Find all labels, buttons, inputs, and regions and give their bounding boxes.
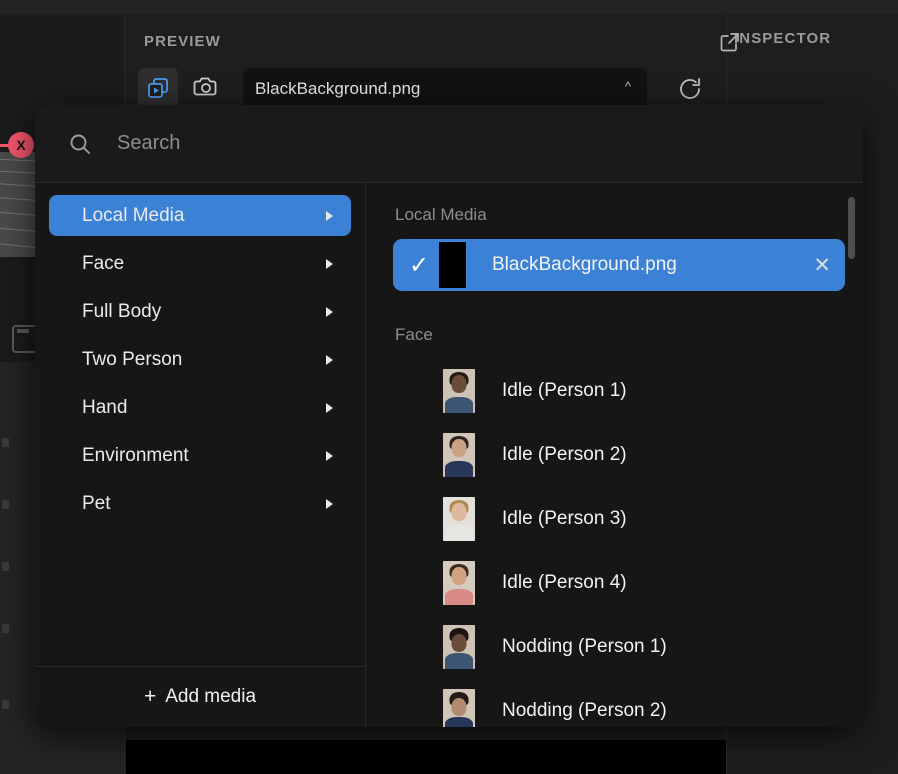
search-bar[interactable] xyxy=(35,105,863,183)
modal-body: Local Media Face Full Body Two Person Ha… xyxy=(35,183,863,727)
avatar xyxy=(443,497,475,541)
sidebar-item-local-media[interactable]: Local Media xyxy=(49,195,351,236)
list-item[interactable]: ✓ BlackBackground.png ✕ xyxy=(393,239,845,291)
list-item[interactable]: Nodding (Person 2) xyxy=(393,679,845,727)
sidebar-item-hand[interactable]: Hand xyxy=(49,387,351,428)
list-item-label: Idle (Person 4) xyxy=(502,572,627,593)
timeline-marker xyxy=(2,500,9,509)
sidebar-item-label: Face xyxy=(82,252,125,274)
list-item[interactable]: Idle (Person 4) xyxy=(393,551,845,615)
error-badge[interactable]: X xyxy=(8,132,34,158)
camera-button[interactable] xyxy=(186,68,226,108)
timeline-clip[interactable] xyxy=(0,152,35,257)
sidebar-item-two-person[interactable]: Two Person xyxy=(49,339,351,380)
search-icon xyxy=(68,132,92,156)
media-picker-modal: Local Media Face Full Body Two Person xyxy=(35,105,863,727)
sidebar-item-label: Full Body xyxy=(82,300,162,322)
preview-panel-title: PREVIEW xyxy=(144,33,221,50)
add-media-button[interactable]: + Add media xyxy=(35,666,365,727)
chevron-right-icon xyxy=(326,306,333,317)
list-item-label: Idle (Person 3) xyxy=(502,508,627,529)
avatar xyxy=(443,689,475,727)
sidebar-item-label: Hand xyxy=(82,396,128,418)
category-sidebar: Local Media Face Full Body Two Person Ha… xyxy=(35,183,366,727)
avatar xyxy=(443,433,475,477)
list-item[interactable]: Idle (Person 2) xyxy=(393,423,845,487)
list-item[interactable]: Idle (Person 3) xyxy=(393,487,845,551)
plus-icon: + xyxy=(143,685,157,708)
chevron-right-icon xyxy=(326,258,333,269)
sidebar-item-environment[interactable]: Environment xyxy=(49,435,351,476)
results-scrollbar[interactable] xyxy=(848,197,855,259)
sidebar-item-full-body[interactable]: Full Body xyxy=(49,291,351,332)
refresh-icon[interactable] xyxy=(676,75,704,103)
media-selector-value: BlackBackground.png xyxy=(255,79,421,98)
add-media-label: Add media xyxy=(165,686,257,707)
category-list: Local Media Face Full Body Two Person Ha… xyxy=(35,183,365,666)
list-item-label: Idle (Person 2) xyxy=(502,444,627,465)
sidebar-item-label: Environment xyxy=(82,444,189,466)
chevron-right-icon xyxy=(326,354,333,365)
layers-play-button[interactable] xyxy=(138,68,178,108)
list-item[interactable]: Nodding (Person 1) xyxy=(393,615,845,679)
avatar xyxy=(443,625,475,669)
media-thumbnail xyxy=(439,242,466,288)
timeline-marker xyxy=(2,438,9,447)
close-icon[interactable]: ✕ xyxy=(803,253,831,278)
list-item-label: Idle (Person 1) xyxy=(502,380,627,401)
sidebar-item-label: Pet xyxy=(82,492,111,514)
chevron-right-icon xyxy=(326,498,333,509)
timeline-marker xyxy=(2,624,9,633)
window-top-strip xyxy=(0,0,898,14)
sidebar-item-pet[interactable]: Pet xyxy=(49,483,351,524)
chevron-right-icon xyxy=(326,450,333,461)
check-icon: ✓ xyxy=(408,251,430,279)
list-item-label: Nodding (Person 1) xyxy=(502,636,667,657)
app-root: X PREVIEW INSPECTOR BlackBackground.png … xyxy=(0,0,898,774)
chevron-right-icon xyxy=(326,402,333,413)
chevron-right-icon xyxy=(326,210,333,221)
results-list: Local Media ✓ BlackBackground.png ✕ Face xyxy=(366,183,863,727)
list-item-label: BlackBackground.png xyxy=(492,254,677,275)
external-link-icon[interactable] xyxy=(718,30,742,54)
list-item-label: Nodding (Person 2) xyxy=(502,700,667,721)
avatar xyxy=(443,561,475,605)
timeline-marker xyxy=(2,700,9,709)
search-input[interactable] xyxy=(115,131,863,156)
media-selector-field[interactable]: BlackBackground.png ^ xyxy=(243,68,647,110)
inspector-panel-title: INSPECTOR xyxy=(734,30,832,47)
preview-canvas xyxy=(126,740,726,774)
group-header-face: Face xyxy=(395,325,433,344)
sidebar-item-face[interactable]: Face xyxy=(49,243,351,284)
avatar xyxy=(443,369,475,413)
chevron-up-icon: ^ xyxy=(624,79,631,94)
list-item[interactable]: Idle (Person 1) xyxy=(393,359,845,423)
sidebar-item-label: Two Person xyxy=(82,348,183,370)
group-header-local-media: Local Media xyxy=(395,205,487,224)
sidebar-item-label: Local Media xyxy=(82,204,185,226)
timeline-marker xyxy=(2,562,9,571)
